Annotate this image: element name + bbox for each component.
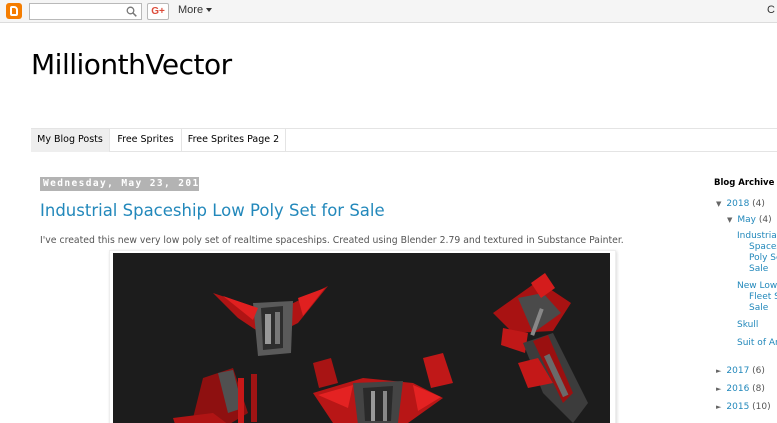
expand-triangle-icon[interactable]: ►: [716, 403, 721, 411]
blogger-logo-icon[interactable]: [6, 3, 22, 19]
expand-triangle-icon[interactable]: ►: [716, 367, 721, 375]
archive-post-link[interactable]: New Low Fleet S Sale: [737, 281, 777, 314]
archive-year-2016[interactable]: ► 2016 (8): [716, 384, 765, 394]
archive-year-label[interactable]: 2017: [726, 366, 749, 376]
archive-post-line: Fleet S: [749, 292, 777, 302]
archive-count: (4): [758, 215, 772, 225]
archive-month-may[interactable]: ▼ May (4): [727, 215, 772, 225]
more-menu-button[interactable]: More: [178, 4, 213, 16]
archive-year-2017[interactable]: ► 2017 (6): [716, 366, 765, 376]
archive-count: (6): [752, 366, 765, 376]
archive-count: (8): [752, 384, 765, 394]
archive-post-link[interactable]: Skull: [737, 320, 758, 331]
page-tabs: My Blog Posts Free Sprites Free Sprites …: [31, 128, 777, 152]
archive-post-link[interactable]: Industrial Spaces Poly Se Sale: [737, 231, 777, 275]
collapse-triangle-icon[interactable]: ▼: [727, 216, 732, 224]
archive-post-line: New Low: [737, 281, 777, 291]
post-body-text: I've created this new very low poly set …: [40, 235, 624, 246]
collapse-triangle-icon[interactable]: ▼: [716, 200, 721, 208]
post-date-header: Wednesday, May 23, 2018: [40, 177, 199, 191]
navbar-right-link[interactable]: C: [767, 4, 775, 16]
archive-count: (10): [752, 402, 771, 412]
more-label: More: [178, 4, 204, 16]
tab-my-blog-posts[interactable]: My Blog Posts: [31, 129, 110, 152]
archive-year-label[interactable]: 2018: [726, 199, 749, 209]
archive-count: (4): [752, 199, 765, 209]
archive-year-2018[interactable]: ▼ 2018 (4): [716, 199, 765, 209]
blog-archive-heading: Blog Archive: [714, 178, 775, 188]
archive-year-label[interactable]: 2015: [726, 402, 749, 412]
archive-year-2015[interactable]: ► 2015 (10): [716, 402, 771, 412]
post-title[interactable]: Industrial Spaceship Low Poly Set for Sa…: [40, 201, 385, 220]
archive-post-line: Sale: [749, 303, 769, 313]
archive-post-line: Sale: [749, 264, 769, 274]
tab-free-sprites[interactable]: Free Sprites: [110, 129, 182, 152]
archive-month-label[interactable]: May: [737, 215, 756, 225]
search-input[interactable]: [29, 3, 142, 20]
archive-post-line: Industrial: [737, 231, 777, 241]
expand-triangle-icon[interactable]: ►: [716, 385, 721, 393]
spaceship-render-image[interactable]: [113, 253, 610, 423]
archive-post-line: Spaces: [749, 242, 777, 252]
blog-title[interactable]: MillionthVector: [31, 48, 232, 81]
blogger-navbar: G+ More C: [0, 0, 777, 23]
tab-free-sprites-page-2[interactable]: Free Sprites Page 2: [182, 129, 286, 152]
search-icon[interactable]: [126, 6, 137, 17]
archive-post-line: Poly Se: [749, 253, 777, 263]
caret-down-icon: [206, 8, 213, 13]
archive-post-link[interactable]: Suit of Ar: [737, 338, 777, 349]
archive-year-label[interactable]: 2016: [726, 384, 749, 394]
google-plus-button[interactable]: G+: [147, 3, 169, 20]
